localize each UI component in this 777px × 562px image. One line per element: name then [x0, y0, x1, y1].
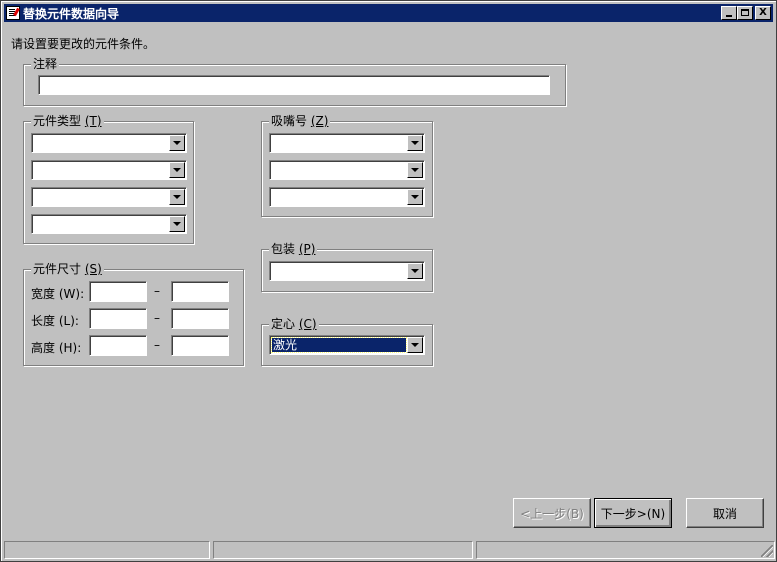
- resize-grip-icon[interactable]: [761, 545, 773, 557]
- dropdown-arrow-icon[interactable]: [407, 189, 423, 205]
- dropdown-arrow-icon[interactable]: [169, 189, 185, 205]
- dropdown-arrow-icon[interactable]: [407, 337, 423, 353]
- width-range-dash: –: [154, 284, 160, 298]
- length-label: 长度 (L):: [31, 314, 79, 328]
- dropdown-arrow-icon[interactable]: [169, 162, 185, 178]
- nozzle-combo-2[interactable]: [269, 160, 425, 180]
- height-range-dash: –: [154, 338, 160, 352]
- status-pane-1: [4, 541, 210, 559]
- component-type-combo-4[interactable]: [31, 214, 187, 234]
- comment-group-label: 注释: [31, 57, 60, 71]
- component-type-group-label: 元件类型 (T): [31, 114, 104, 128]
- size-group: 元件尺寸 (S) 宽度 (W): – 长度 (L): – 高度 (H): –: [23, 262, 244, 366]
- centering-group: 定心 (C) 激光: [261, 317, 433, 366]
- dropdown-arrow-icon[interactable]: [407, 135, 423, 151]
- package-group-label: 包装 (P): [269, 242, 318, 256]
- minimize-button[interactable]: [721, 6, 737, 20]
- nozzle-group: 吸嘴号 (Z): [261, 114, 433, 217]
- package-combo[interactable]: [269, 261, 425, 281]
- comment-group: 注释: [23, 57, 566, 106]
- wizard-window: 替换元件数据向导 X 请设置要更改的元件条件。 注释 元件类型 (T) 吸嘴号 …: [0, 0, 777, 562]
- centering-combo[interactable]: 激光: [269, 335, 425, 355]
- status-bar: [4, 541, 775, 559]
- dropdown-arrow-icon[interactable]: [169, 135, 185, 151]
- window-title: 替换元件数据向导: [23, 6, 120, 21]
- dropdown-arrow-icon[interactable]: [169, 216, 185, 232]
- nozzle-group-label: 吸嘴号 (Z): [269, 114, 331, 128]
- size-group-label: 元件尺寸 (S): [31, 262, 104, 276]
- next-button[interactable]: 下一步>(N): [594, 498, 672, 528]
- nozzle-combo-1[interactable]: [269, 133, 425, 153]
- length-max-input[interactable]: [171, 308, 229, 329]
- package-group: 包装 (P): [261, 242, 433, 292]
- width-label: 宽度 (W):: [31, 287, 85, 301]
- width-min-input[interactable]: [89, 281, 147, 302]
- length-min-input[interactable]: [89, 308, 147, 329]
- maximize-icon: [741, 9, 749, 16]
- app-icon[interactable]: [6, 6, 20, 20]
- status-pane-2: [213, 541, 473, 559]
- comment-input[interactable]: [38, 75, 550, 95]
- cancel-button[interactable]: 取消: [686, 498, 764, 528]
- back-button[interactable]: <上一步(B): [513, 498, 591, 528]
- component-type-combo-2[interactable]: [31, 160, 187, 180]
- close-icon: X: [759, 7, 767, 18]
- dropdown-arrow-icon[interactable]: [407, 162, 423, 178]
- height-max-input[interactable]: [171, 335, 229, 356]
- nozzle-combo-3[interactable]: [269, 187, 425, 207]
- instruction-text: 请设置要更改的元件条件。: [11, 37, 156, 51]
- minimize-icon: [726, 15, 732, 17]
- dropdown-arrow-icon[interactable]: [407, 263, 423, 279]
- height-min-input[interactable]: [89, 335, 147, 356]
- close-button[interactable]: X: [755, 6, 771, 20]
- window-controls: X: [721, 6, 771, 20]
- component-type-combo-1[interactable]: [31, 133, 187, 153]
- length-range-dash: –: [154, 311, 160, 325]
- status-pane-3: [476, 541, 775, 559]
- maximize-button[interactable]: [737, 6, 753, 20]
- width-max-input[interactable]: [171, 281, 229, 302]
- centering-group-label: 定心 (C): [269, 317, 319, 331]
- component-type-combo-3[interactable]: [31, 187, 187, 207]
- height-label: 高度 (H):: [31, 341, 82, 355]
- component-type-group: 元件类型 (T): [23, 114, 194, 244]
- title-bar[interactable]: 替换元件数据向导 X: [4, 4, 773, 22]
